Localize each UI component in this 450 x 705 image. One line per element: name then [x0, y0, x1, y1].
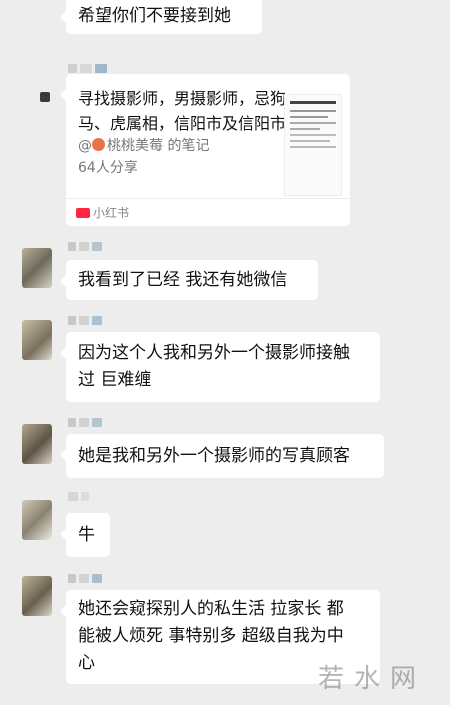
avatar[interactable] [22, 576, 52, 616]
sender-name-blurred [68, 492, 89, 502]
card-title: 寻找摄影师，男摄影师，忌狗、 马、虎属相，信阳市及信阳市… [78, 89, 303, 133]
sender-name-blurred [68, 242, 102, 252]
card-divider [66, 198, 350, 199]
site-watermark: 若水网 [317, 664, 426, 694]
avatar[interactable] [22, 500, 52, 540]
message-text: 希望你们不要接到她 [78, 6, 231, 26]
sender-name-blurred [68, 418, 102, 428]
avatar[interactable] [22, 320, 52, 360]
message-text-line: 因为这个人我和另外一个摄影师接触 [78, 343, 350, 363]
shared-note-card[interactable]: 寻找摄影师，男摄影师，忌狗、 马、虎属相，信阳市及信阳市… @ 桃桃美莓 的笔记 … [60, 74, 350, 226]
message-bubble[interactable]: 她是我和另外一个摄影师的写真顾客 [60, 434, 384, 478]
author-avatar-icon [92, 138, 105, 151]
message-text-line: 过 巨难缠 [78, 370, 152, 390]
message-text: 我看到了已经 我还有她微信 [78, 270, 288, 290]
note-thumbnail [284, 94, 342, 196]
card-author: @ 桃桃美莓 的笔记 [78, 138, 210, 154]
avatar[interactable] [40, 92, 50, 102]
message-text-line: 她还会窥探别人的私生活 拉家长 都 [78, 599, 344, 619]
avatar[interactable] [22, 424, 52, 464]
sender-name-blurred [68, 316, 102, 326]
message-bubble[interactable]: 希望你们不要接到她 [60, 0, 262, 34]
card-shares: 64人分享 [78, 160, 138, 176]
message-bubble[interactable]: 因为这个人我和另外一个摄影师接触 过 巨难缠 [60, 332, 380, 402]
sender-name-blurred [68, 64, 107, 74]
message-bubble[interactable]: 我看到了已经 我还有她微信 [60, 260, 318, 300]
message-bubble[interactable]: 牛 [60, 513, 110, 557]
avatar[interactable] [22, 248, 52, 288]
message-text-line: 能被人烦死 事特别多 超级自我为中 [78, 626, 344, 646]
message-text: 牛 [78, 525, 95, 545]
card-source: 小红书 [76, 204, 129, 222]
xiaohongshu-logo-icon [76, 208, 90, 218]
sender-name-blurred [68, 574, 102, 584]
message-text: 她是我和另外一个摄影师的写真顾客 [78, 446, 350, 466]
